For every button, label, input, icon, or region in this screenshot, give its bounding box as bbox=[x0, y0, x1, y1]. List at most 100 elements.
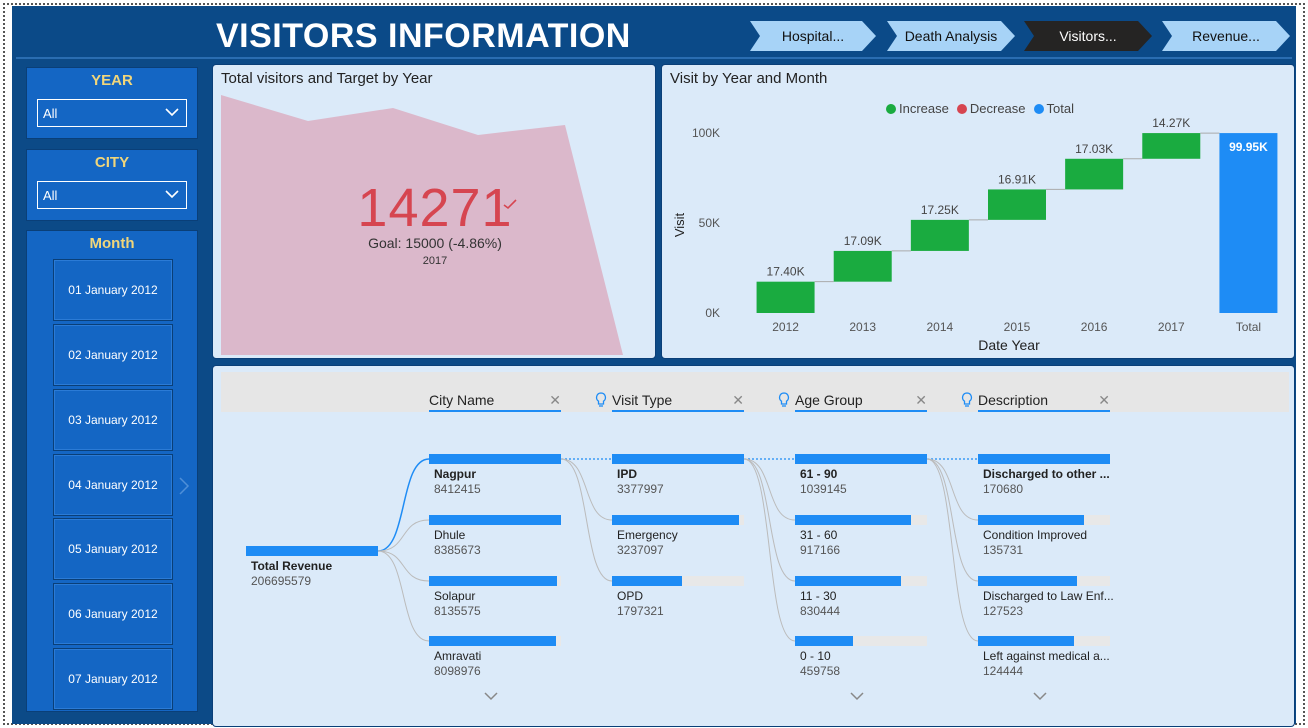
tree-node-bar[interactable] bbox=[429, 576, 558, 586]
tree-node-bar[interactable] bbox=[795, 576, 901, 586]
month-slicer-title: Month bbox=[89, 235, 135, 252]
nav-revenue-button[interactable]: Revenue... bbox=[1162, 21, 1290, 51]
tree-node-bar[interactable] bbox=[612, 454, 744, 464]
tree-connector bbox=[377, 519, 430, 552]
month-tile[interactable]: 02 January 2012 bbox=[53, 324, 173, 386]
nav-death-analysis-button[interactable]: Death Analysis bbox=[887, 21, 1015, 51]
tree-connector bbox=[377, 550, 430, 642]
tree-node-label: 31 - 60 bbox=[800, 528, 838, 542]
month-tile-label: 03 January 2012 bbox=[68, 413, 158, 427]
year-dropdown-value: All bbox=[43, 106, 58, 121]
tree-node-value: 917166 bbox=[800, 543, 841, 557]
city-dropdown[interactable]: All bbox=[37, 181, 187, 209]
tree-node-bar[interactable] bbox=[612, 515, 739, 525]
month-tile[interactable]: 06 January 2012 bbox=[53, 583, 173, 645]
month-tile-label: 02 January 2012 bbox=[68, 348, 158, 362]
total-bar[interactable] bbox=[1219, 133, 1278, 313]
data-label: 17.25K bbox=[921, 203, 959, 217]
tree-node-label: OPD bbox=[617, 589, 644, 603]
tree-node-value: 459758 bbox=[800, 664, 841, 678]
tree-node-bar[interactable] bbox=[429, 454, 561, 464]
increase-bar[interactable] bbox=[988, 189, 1046, 220]
tree-node-label: Amravati bbox=[434, 649, 482, 663]
data-label: 16.91K bbox=[998, 172, 1036, 186]
tree-node-label: IPD bbox=[617, 467, 638, 481]
chevron-down-icon[interactable] bbox=[483, 690, 499, 702]
tree-node-label: Dhule bbox=[434, 528, 466, 542]
year-slicer: YEAR All bbox=[26, 67, 198, 139]
nav-hospital-button[interactable]: Hospital... bbox=[750, 21, 876, 51]
tree-node-bar[interactable] bbox=[978, 576, 1077, 586]
nav-hospital-label: Hospital... bbox=[781, 28, 845, 44]
year-dropdown[interactable]: All bbox=[37, 99, 187, 127]
x-tick-label: 2012 bbox=[772, 320, 799, 334]
month-tile[interactable]: 03 January 2012 bbox=[53, 389, 173, 451]
x-tick-label: 2017 bbox=[1158, 320, 1185, 334]
month-tile[interactable]: 05 January 2012 bbox=[53, 518, 173, 580]
increase-bar[interactable] bbox=[1065, 158, 1124, 190]
tree-node-value: 170680 bbox=[983, 482, 1024, 496]
tree-node-bar[interactable] bbox=[795, 515, 912, 525]
increase-bar[interactable] bbox=[833, 250, 892, 282]
city-slicer: CITY All bbox=[26, 149, 198, 221]
tree-node-value: 135731 bbox=[983, 543, 1024, 557]
tree-node-bar[interactable] bbox=[795, 636, 854, 646]
increase-bar[interactable] bbox=[756, 281, 815, 313]
month-tile-label: 06 January 2012 bbox=[68, 607, 158, 621]
month-tile[interactable]: 07 January 2012 bbox=[53, 648, 173, 710]
chevron-down-icon[interactable] bbox=[1032, 690, 1048, 702]
tree-connector bbox=[743, 458, 796, 582]
check-icon bbox=[503, 199, 517, 210]
data-label: 14.27K bbox=[1152, 116, 1190, 130]
tree-node-bar[interactable] bbox=[246, 546, 378, 556]
tree-node-bar[interactable] bbox=[978, 515, 1084, 525]
header: VISITORS INFORMATION Hospital... Death A… bbox=[16, 9, 1292, 59]
tree-node-label: Condition Improved bbox=[983, 528, 1088, 542]
tree-connector bbox=[377, 458, 430, 552]
x-tick-label: Total bbox=[1236, 320, 1261, 334]
month-tile[interactable]: 04 January 2012 bbox=[53, 454, 173, 516]
tree-node-bar[interactable] bbox=[429, 636, 556, 646]
tree-node-bar[interactable] bbox=[978, 454, 1110, 464]
tree-node-label: Nagpur bbox=[434, 467, 476, 481]
tree-node-label: Discharged to Law Enf... bbox=[983, 589, 1114, 603]
increase-bar[interactable] bbox=[910, 219, 969, 251]
tree-node-value: 8135575 bbox=[434, 604, 481, 618]
tree-node-label: Emergency bbox=[617, 528, 678, 542]
data-label: 17.40K bbox=[767, 265, 805, 279]
nav-revenue-label: Revenue... bbox=[1192, 28, 1260, 44]
tree-node-bar[interactable] bbox=[795, 454, 927, 464]
x-tick-label: 2013 bbox=[849, 320, 876, 334]
tree-node-value: 3377997 bbox=[617, 482, 664, 496]
tree-node-value: 830444 bbox=[800, 604, 841, 618]
tree-connector bbox=[560, 458, 613, 521]
tree-node-value: 124444 bbox=[983, 664, 1024, 678]
month-tile[interactable]: 01 January 2012 bbox=[53, 259, 173, 321]
x-tick-label: 2015 bbox=[1004, 320, 1031, 334]
tree-node-bar[interactable] bbox=[429, 515, 561, 525]
tree-connector bbox=[560, 458, 613, 582]
tree-node-bar[interactable] bbox=[612, 576, 682, 586]
x-axis-label: Date Year bbox=[978, 337, 1040, 353]
kpi-panel: Total visitors and Target by Year 14271 … bbox=[212, 64, 656, 359]
city-dropdown-value: All bbox=[43, 188, 58, 203]
month-tile-label: 05 January 2012 bbox=[68, 542, 158, 556]
tree-node-value: 1797321 bbox=[617, 604, 664, 618]
city-slicer-title: CITY bbox=[94, 154, 130, 171]
tree-connector bbox=[926, 458, 979, 521]
tree-node-label: Discharged to other ... bbox=[983, 467, 1110, 481]
data-label: 17.09K bbox=[844, 234, 882, 248]
tree-node-value: 3237097 bbox=[617, 543, 664, 557]
tree-node-label: Left against medical a... bbox=[983, 649, 1110, 663]
y-axis-label: Visit bbox=[672, 212, 687, 237]
tree-connector bbox=[926, 458, 979, 642]
chevron-down-icon bbox=[165, 190, 179, 199]
chevron-right-icon[interactable] bbox=[177, 476, 191, 496]
tree-node-value: 1039145 bbox=[800, 482, 847, 496]
nav-visitors-button[interactable]: Visitors... bbox=[1024, 21, 1152, 51]
data-label: 17.03K bbox=[1075, 142, 1113, 156]
chevron-down-icon[interactable] bbox=[849, 690, 865, 702]
tree-node-bar[interactable] bbox=[978, 636, 1075, 646]
kpi-goal: Goal: 15000 (-4.86%) bbox=[368, 235, 502, 251]
increase-bar[interactable] bbox=[1142, 133, 1201, 159]
